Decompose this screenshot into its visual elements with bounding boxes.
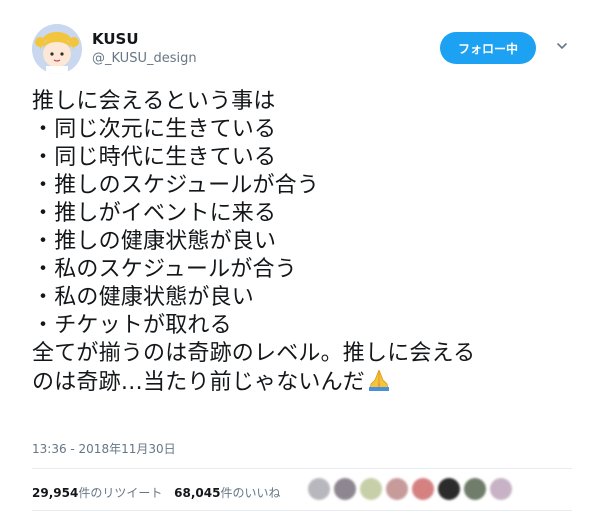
liker-avatar[interactable]	[438, 478, 460, 500]
tweet-timestamp[interactable]: 13:36 - 2018年11月30日	[32, 440, 176, 457]
tweet-line: のは奇跡…当たり前じゃないんだ	[32, 368, 577, 397]
liker-avatar[interactable]	[412, 478, 434, 500]
engagement-stats: 29,954件のリツイート 68,045件のいいね	[32, 484, 288, 501]
tweet-text: 推しに会えるという事は 同じ次元に生きている 同じ時代に生きている 推しのスケジ…	[32, 88, 577, 397]
tweet-line: 全てが揃うのは奇跡のレベル。推しに会える	[32, 341, 476, 366]
user-info: KUSU @_KUSU_design	[92, 30, 197, 68]
folded-hands-icon	[369, 369, 390, 391]
liker-avatar[interactable]	[334, 478, 356, 500]
retweet-stat[interactable]: 29,954件のリツイート	[32, 486, 162, 500]
like-count: 68,045	[174, 486, 221, 500]
liker-avatar[interactable]	[490, 478, 512, 500]
liker-avatar[interactable]	[464, 478, 486, 500]
tweet-line: 同じ次元に生きている	[32, 116, 577, 144]
avatar-illustration	[32, 24, 82, 74]
like-stat[interactable]: 68,045件のいいね	[174, 486, 280, 500]
display-name[interactable]: KUSU	[92, 30, 197, 48]
divider	[32, 510, 572, 511]
user-handle[interactable]: @_KUSU_design	[92, 50, 197, 68]
tweet-line: 私の健康状態が良い	[32, 284, 577, 312]
retweet-count: 29,954	[32, 486, 79, 500]
tweet-line: 推しがイベントに来る	[32, 200, 577, 228]
liker-avatar[interactable]	[360, 478, 382, 500]
tweet-line: 推しに会えるという事は	[32, 89, 276, 114]
tweet-line: 推しの健康状態が良い	[32, 228, 577, 256]
like-label: 件のいいね	[220, 486, 281, 500]
liker-avatar[interactable]	[308, 478, 330, 500]
chevron-down-icon[interactable]	[556, 40, 568, 52]
avatar[interactable]	[32, 24, 82, 74]
tweet-line: 同じ時代に生きている	[32, 144, 577, 172]
tweet-line: チケットが取れる	[32, 312, 577, 340]
divider	[32, 468, 572, 469]
following-button[interactable]: フォロー中	[440, 32, 536, 64]
retweet-label: 件のリツイート	[78, 486, 163, 500]
tweet-line: 推しのスケジュールが合う	[32, 172, 577, 200]
tweet-line: 私のスケジュールが合う	[32, 256, 577, 284]
liker-avatar[interactable]	[386, 478, 408, 500]
tweet-card: KUSU @_KUSU_design フォロー中 推しに会えるという事は 同じ次…	[0, 0, 600, 516]
